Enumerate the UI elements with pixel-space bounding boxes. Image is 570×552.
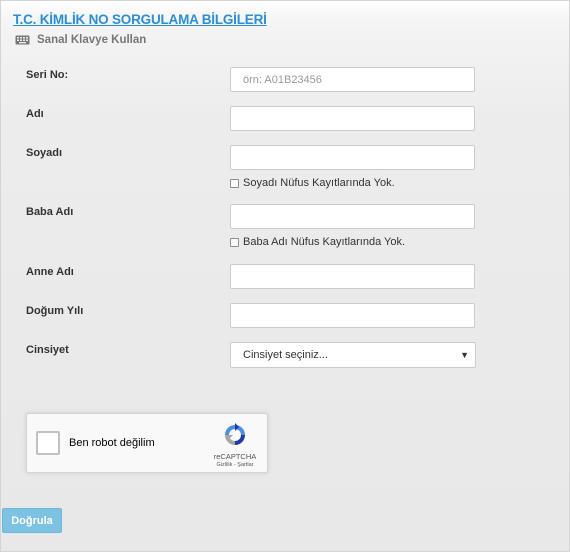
cinsiyet-selected-value: Cinsiyet seçiniz... [243, 349, 328, 361]
anne-adi-input[interactable] [230, 264, 475, 289]
verify-button[interactable]: Doğrula [2, 508, 62, 533]
soyadi-missing-option[interactable]: Soyadı Nüfus Kayıtlarında Yok. [230, 177, 395, 189]
baba-adi-label: Baba Adı [26, 206, 74, 218]
adi-input[interactable] [230, 106, 475, 131]
baba-adi-missing-checkbox[interactable] [230, 237, 239, 247]
baba-adi-input[interactable] [230, 204, 475, 229]
recaptcha-widget: Ben robot değilim reCAPTCHA Gizlilik - Ş… [26, 413, 268, 473]
soyadi-missing-label: Soyadı Nüfus Kayıtlarında Yok. [243, 177, 395, 189]
virtual-keyboard-label: Sanal Klavye Kullan [37, 34, 147, 46]
soyadi-input[interactable] [230, 145, 475, 170]
dogum-yili-input[interactable] [230, 303, 475, 328]
recaptcha-logo-icon [225, 423, 245, 445]
recaptcha-label: Ben robot değilim [69, 437, 155, 449]
recaptcha-brand: reCAPTCHA [213, 452, 257, 461]
kimlik-form-panel: T.C. KİMLİK NO SORGULAMA BİLGİLERİ Sanal… [0, 0, 570, 552]
soyadi-missing-checkbox[interactable] [230, 178, 239, 188]
baba-adi-missing-label: Baba Adı Nüfus Kayıtlarında Yok. [243, 236, 406, 248]
dogum-yili-label: Doğum Yılı [26, 305, 84, 317]
form-title[interactable]: T.C. KİMLİK NO SORGULAMA BİLGİLERİ [13, 12, 267, 27]
adi-label: Adı [26, 108, 44, 120]
recaptcha-links[interactable]: Gizlilik - Şartlar [207, 462, 263, 468]
recaptcha-checkbox[interactable] [36, 431, 60, 455]
virtual-keyboard-toggle[interactable]: Sanal Klavye Kullan [15, 33, 146, 47]
keyboard-icon [15, 35, 30, 45]
chevron-down-icon: ▼ [460, 350, 469, 360]
anne-adi-label: Anne Adı [26, 266, 74, 278]
seri-no-input[interactable] [230, 67, 475, 92]
cinsiyet-select[interactable]: Cinsiyet seçiniz... ▼ [230, 342, 476, 368]
baba-adi-missing-option[interactable]: Baba Adı Nüfus Kayıtlarında Yok. [230, 236, 405, 248]
soyadi-label: Soyadı [26, 147, 63, 159]
seri-no-label: Seri No: [26, 69, 69, 81]
cinsiyet-label: Cinsiyet [26, 344, 69, 356]
